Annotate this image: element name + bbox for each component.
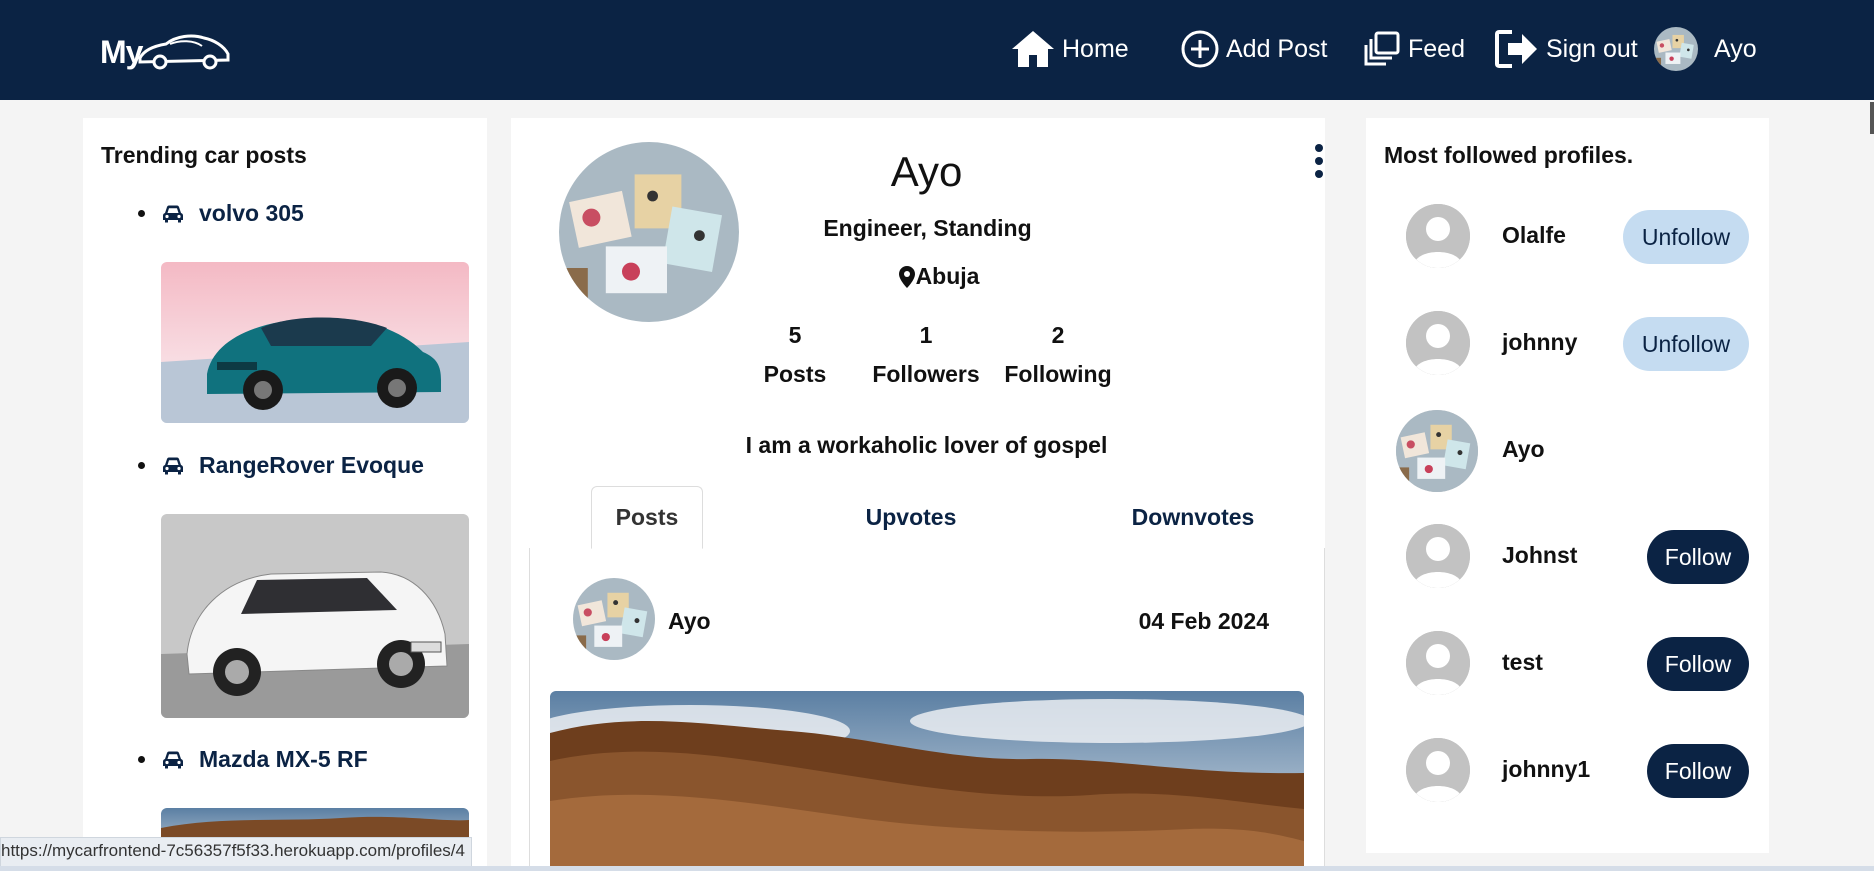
follow-button[interactable]: Follow: [1647, 530, 1749, 584]
trending-image[interactable]: [161, 262, 469, 423]
profile-name[interactable]: johnny: [1502, 329, 1577, 356]
nav-home-label: Home: [1062, 34, 1129, 63]
nav-profile-label: Ayo: [1714, 34, 1757, 63]
bottom-strip: [0, 866, 1874, 871]
avatar[interactable]: [1406, 631, 1470, 695]
trending-panel: Trending car posts volvo 305 RangeRover …: [83, 118, 487, 871]
list-item: Ayo: [1366, 410, 1769, 492]
teal-suv-photo: [161, 262, 469, 423]
trending-item-title: volvo 305: [199, 200, 304, 226]
profile-name[interactable]: Johnst: [1502, 542, 1577, 569]
map-pin-icon: [898, 265, 915, 288]
stat-label: Followers: [872, 361, 980, 387]
list-item: Olalfe Unfollow: [1366, 196, 1769, 276]
scrollbar[interactable]: [1870, 102, 1874, 134]
plus-circle-icon: [1181, 30, 1219, 68]
trending-item[interactable]: Mazda MX-5 RF: [138, 746, 368, 773]
list-item: johnny Unfollow: [1366, 303, 1769, 383]
sports-car-logo-icon: [138, 34, 230, 70]
brand-logo[interactable]: My: [100, 28, 230, 74]
trending-heading: Trending car posts: [101, 142, 307, 168]
stat-followers[interactable]: 1 Followers: [868, 322, 984, 388]
profile-bio: I am a workaholic lover of gospel: [745, 432, 1108, 458]
tab-posts[interactable]: Posts: [591, 486, 703, 549]
list-item: johnny1 Follow: [1366, 730, 1769, 810]
desert-dunes-photo: [550, 691, 1304, 871]
trending-item-title: RangeRover Evoque: [199, 452, 424, 478]
bullet: [138, 462, 145, 469]
profile-name[interactable]: Olalfe: [1502, 222, 1566, 249]
feed-icon: [1364, 31, 1400, 66]
profile-name: Ayo: [890, 148, 963, 195]
nav-profile[interactable]: Ayo: [1654, 28, 1757, 70]
nav-feed[interactable]: Feed: [1362, 28, 1465, 70]
navbar: My Home Add Post Feed Sign out Ayo: [0, 0, 1874, 100]
car-icon: [161, 750, 185, 770]
more-options-icon[interactable]: [1315, 144, 1325, 183]
profile-picture[interactable]: [559, 142, 739, 322]
stat-posts[interactable]: 5 Posts: [745, 322, 845, 388]
bullet: [138, 210, 145, 217]
post-date: 04 Feb 2024: [1138, 608, 1269, 634]
stat-value: 1: [919, 322, 933, 348]
profile-panel: Ayo Engineer, Standing Abuja 5 Posts 1 F…: [511, 118, 1325, 871]
unfollow-button[interactable]: Unfollow: [1623, 317, 1749, 371]
trending-item[interactable]: volvo 305: [138, 200, 304, 227]
post-image[interactable]: [550, 691, 1304, 871]
unfollow-button[interactable]: Unfollow: [1623, 210, 1749, 264]
profile-name[interactable]: Ayo: [1502, 436, 1545, 463]
follow-button[interactable]: Follow: [1647, 637, 1749, 691]
profile-location: Abuja: [898, 263, 980, 290]
tab-upvotes[interactable]: Upvotes: [841, 486, 981, 549]
tab-downvotes[interactable]: Downvotes: [1107, 486, 1279, 549]
stat-label: Posts: [763, 361, 827, 387]
nav-home[interactable]: Home: [1010, 28, 1129, 70]
profile-location-text: Abuja: [915, 263, 980, 289]
nav-sign-out-label: Sign out: [1546, 34, 1638, 63]
trending-item[interactable]: RangeRover Evoque: [138, 452, 424, 479]
trending-item-title: Mazda MX-5 RF: [199, 746, 368, 772]
post-author-name[interactable]: Ayo: [668, 608, 711, 635]
most-followed-heading: Most followed profiles.: [1384, 142, 1634, 168]
stat-value: 2: [1051, 322, 1065, 348]
avatar[interactable]: [1396, 410, 1478, 492]
list-item: Johnst Follow: [1366, 516, 1769, 596]
nav-sign-out[interactable]: Sign out: [1494, 28, 1638, 70]
sign-out-icon: [1495, 30, 1537, 68]
avatar[interactable]: [1406, 738, 1470, 802]
follow-button[interactable]: Follow: [1647, 744, 1749, 798]
car-icon: [161, 204, 185, 224]
white-suv-photo: [161, 514, 469, 718]
stat-value: 5: [788, 322, 802, 348]
post-card[interactable]: Ayo 04 Feb 2024: [529, 548, 1325, 871]
avatar[interactable]: [1406, 204, 1470, 268]
trending-image[interactable]: [161, 514, 469, 718]
home-icon: [1012, 31, 1054, 67]
profile-occupation: Engineer, Standing: [823, 215, 1032, 241]
most-followed-panel: Most followed profiles. Olalfe Unfollow …: [1366, 118, 1769, 853]
post-author-avatar[interactable]: [573, 578, 655, 660]
avatar[interactable]: [1406, 524, 1470, 588]
status-bar-url: https://mycarfrontend-7c56357f5f33.herok…: [0, 837, 472, 867]
bullet: [138, 756, 145, 763]
profile-name[interactable]: johnny1: [1502, 756, 1590, 783]
nav-add-post[interactable]: Add Post: [1180, 28, 1327, 70]
avatar[interactable]: [1406, 311, 1470, 375]
stat-following[interactable]: 2 Following: [1000, 322, 1116, 388]
list-item: test Follow: [1366, 623, 1769, 703]
avatar: [1654, 27, 1698, 71]
nav-feed-label: Feed: [1408, 34, 1465, 63]
profile-name[interactable]: test: [1502, 649, 1543, 676]
stat-label: Following: [1004, 361, 1112, 387]
car-icon: [161, 456, 185, 476]
nav-add-post-label: Add Post: [1226, 34, 1328, 63]
